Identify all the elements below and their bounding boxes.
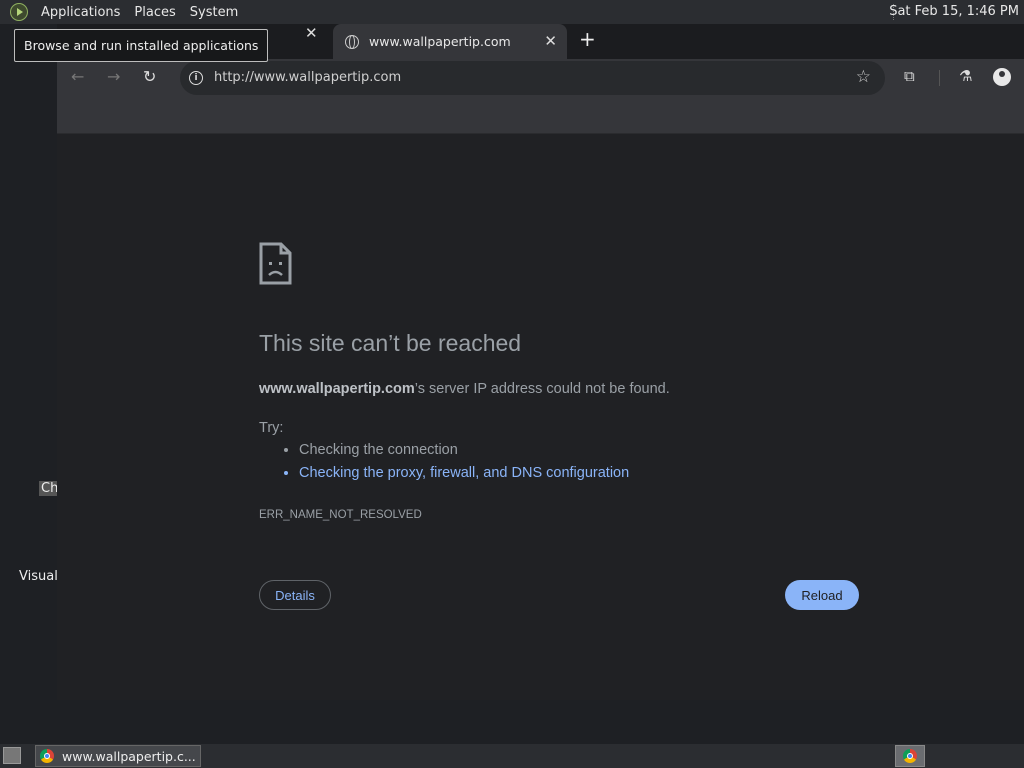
tab-close-icon[interactable]: ✕ (544, 32, 557, 50)
reload-icon[interactable]: ↻ (143, 67, 156, 86)
new-tab-button[interactable]: + (579, 27, 596, 51)
menu-system[interactable]: System (183, 5, 245, 20)
tab-active[interactable]: www.wallpapertip.com ✕ (333, 24, 567, 59)
reload-button[interactable]: Reload (785, 580, 859, 610)
inactive-tab-close-icon[interactable]: ✕ (305, 24, 323, 44)
tab-title: www.wallpapertip.com (369, 34, 511, 49)
labs-flask-icon[interactable]: ⚗ (959, 67, 972, 85)
bookmarks-bar (57, 97, 1024, 134)
page-content: This site can’t be reached www.wallpaper… (57, 134, 1024, 700)
info-icon[interactable]: i (189, 71, 203, 85)
show-desktop-icon[interactable] (3, 747, 21, 764)
chrome-icon (903, 749, 917, 763)
forward-arrow-icon[interactable]: → (107, 67, 120, 86)
suggestions-list: Checking the connection Checking the pro… (285, 442, 629, 488)
address-bar[interactable]: i http://www.wallpapertip.com ☆ (180, 61, 885, 95)
taskbar: www.wallpapertip.c... (0, 744, 1024, 768)
back-arrow-icon[interactable]: ← (71, 67, 84, 86)
error-description: www.wallpapertip.com’s server IP address… (259, 381, 670, 397)
menu-places[interactable]: Places (127, 5, 182, 20)
suggestion-check-proxy-link[interactable]: Checking the proxy, firewall, and DNS co… (299, 465, 629, 481)
taskbar-item-label: www.wallpapertip.c... (62, 748, 196, 764)
desktop-icon-vscode-label[interactable]: Visual (19, 569, 58, 584)
workspace-switcher[interactable] (895, 745, 925, 767)
error-code: ERR_NAME_NOT_RESOLVED (259, 509, 422, 521)
details-button[interactable]: Details (259, 580, 331, 610)
toolbar-separator (939, 70, 940, 86)
globe-icon (345, 34, 359, 49)
applications-menu-icon[interactable] (10, 3, 28, 21)
clock[interactable]: Sat Feb 15, 1:46 PM (889, 4, 1019, 19)
sad-page-icon (259, 242, 292, 285)
extensions-puzzle-icon[interactable]: ⧉ (904, 67, 915, 85)
bookmark-star-icon[interactable]: ☆ (856, 67, 871, 87)
error-description-suffix: ’s server IP address could not be found. (414, 381, 670, 397)
toolbar: ← → ↻ i http://www.wallpapertip.com ☆ ⧉ … (57, 59, 1024, 97)
taskbar-item-browser[interactable]: www.wallpapertip.c... (35, 745, 201, 767)
menu-applications[interactable]: Applications (34, 5, 127, 20)
suggestion-check-connection: Checking the connection (299, 442, 629, 458)
browser-window: ✕ www.wallpapertip.com ✕ + ← → ↻ i http:… (57, 24, 1024, 700)
top-panel: Applications Places System Sat Feb 15, 1… (0, 0, 1024, 24)
error-title: This site can’t be reached (259, 330, 522, 356)
error-host: www.wallpapertip.com (259, 381, 415, 397)
url-text[interactable]: http://www.wallpapertip.com (214, 70, 401, 85)
try-label: Try: (259, 420, 284, 436)
chrome-icon (40, 749, 54, 763)
profile-avatar-icon[interactable] (993, 68, 1011, 86)
tooltip: Browse and run installed applications (14, 29, 269, 62)
